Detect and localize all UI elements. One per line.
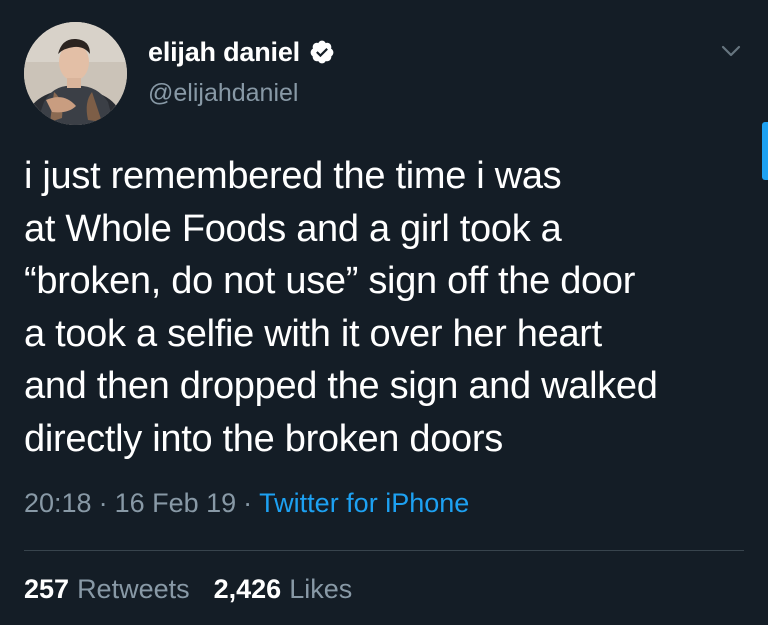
likes-count: 2,426 (213, 574, 282, 604)
retweets-stat[interactable]: 257 Retweets (24, 574, 190, 604)
tweet-text-line: a took a selfie with it over her heart (24, 312, 602, 355)
divider (24, 550, 744, 551)
scrollbar[interactable] (762, 122, 768, 180)
author-handle[interactable]: @elijahdaniel (148, 79, 335, 108)
retweets-count: 257 (24, 574, 70, 604)
chevron-down-icon[interactable] (720, 40, 742, 62)
meta-separator: · (243, 488, 253, 518)
meta-separator: · (98, 488, 108, 518)
verified-badge-icon (310, 40, 334, 64)
tweet-text-line: “broken, do not use” sign off the door (24, 260, 636, 302)
tweet-text-line: directly into the broken doors (24, 417, 503, 460)
avatar[interactable] (24, 22, 127, 125)
tweet-text: i just remembered the time i was at Whol… (24, 150, 754, 465)
tweet-header: elijah daniel @elijahdaniel (24, 22, 744, 126)
likes-stat[interactable]: 2,426 Likes (214, 574, 353, 604)
likes-label: Likes (289, 574, 353, 604)
tweet-card: elijah daniel @elijahdaniel i just remem… (0, 0, 768, 625)
tweet-date[interactable]: 16 Feb 19 (115, 488, 237, 518)
tweet-text-line: i just remembered the time i was (24, 155, 562, 197)
tweet-text-line: at Whole Foods and a girl took a (24, 207, 562, 250)
display-name-row: elijah daniel (148, 34, 335, 70)
display-name[interactable]: elijah daniel (148, 37, 300, 68)
tweet-stats: 257 Retweets 2,426 Likes (24, 574, 352, 605)
tweet-text-line: and then dropped the sign and walked (24, 365, 658, 407)
retweets-label: Retweets (77, 574, 190, 604)
tweet-metadata: 20:18 · 16 Feb 19 · Twitter for iPhone (24, 488, 469, 519)
author-names: elijah daniel @elijahdaniel (148, 34, 335, 108)
tweet-source-link[interactable]: Twitter for iPhone (259, 488, 469, 518)
tweet-time[interactable]: 20:18 (24, 488, 92, 518)
